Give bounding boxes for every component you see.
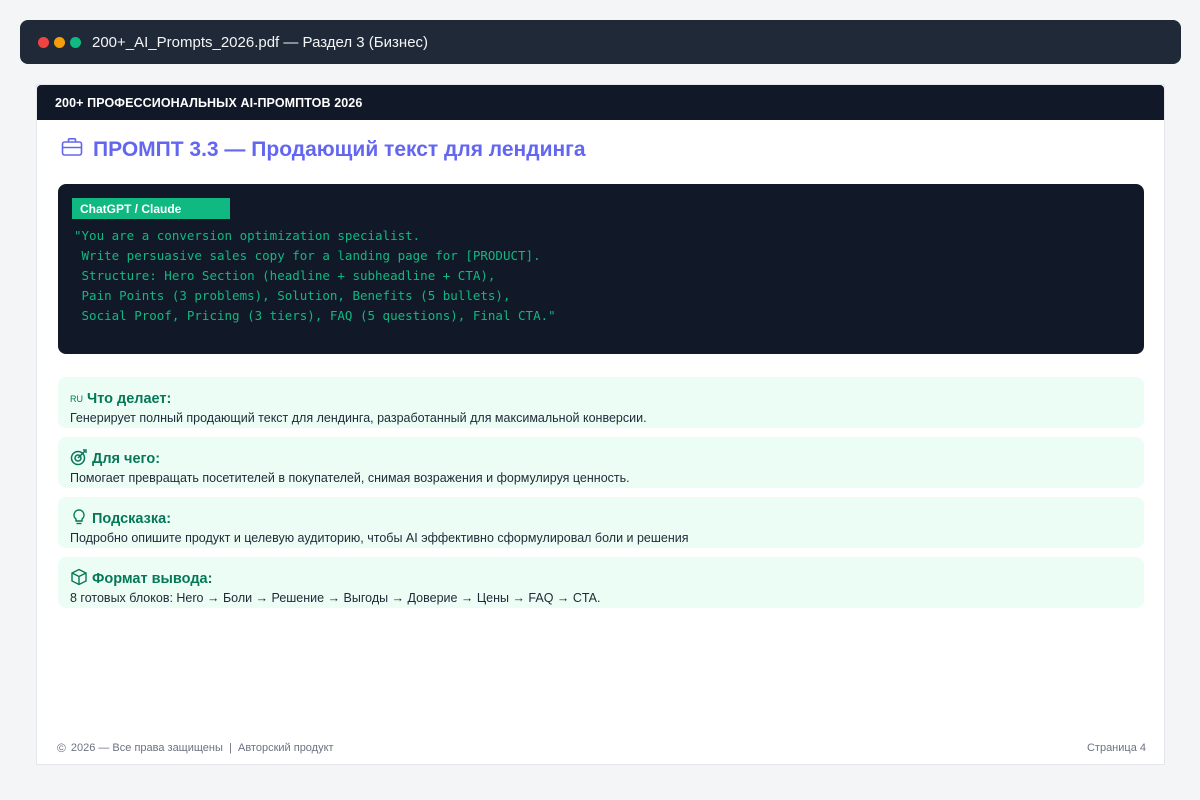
section-label: Подсказка: [92, 511, 172, 527]
section-text: Подробно опишите продукт и целевую аудит… [70, 531, 689, 545]
window-titlebar: 200+_AI_Prompts_2026.pdf — Раздел 3 (Биз… [20, 20, 1181, 64]
copyright-text: 2026 — Все права защищены | Авторский пр… [70, 742, 334, 754]
maximize-window-button[interactable] [70, 36, 81, 48]
section-text: Помогает превращать посетителей в покупа… [70, 471, 630, 485]
lightbulb-icon [70, 508, 88, 531]
minimize-window-button[interactable] [54, 36, 65, 48]
page-number: Страница 4 [1086, 742, 1146, 754]
model-tag: ChatGPT / Claude [72, 198, 230, 219]
target-icon [70, 448, 88, 471]
close-window-button[interactable] [38, 36, 49, 48]
section-purpose: Для чего: Помогает превращать посетителе… [58, 437, 1144, 488]
ru-flag-icon: RU [70, 394, 83, 404]
prompt-code-block: ChatGPT / Claude "You are a conversion o… [58, 184, 1144, 354]
prompt-title: ПРОМПТ 3.3 — Продающий текст для лендинг… [93, 137, 586, 161]
section-what-it-does: RU Что делает: Генерирует полный продающ… [58, 377, 1144, 428]
copyright-icon: © [57, 741, 66, 755]
section-text: 8 готовых блоков: Hero → Боли → Решение … [70, 591, 601, 605]
section-label: Что делает: [87, 391, 172, 407]
section-text: Генерирует полный продающий текст для ле… [70, 411, 647, 425]
window-title: 200+_AI_Prompts_2026.pdf — Раздел 3 (Биз… [92, 33, 429, 51]
section-hint: Подсказка: Подробно опишите продукт и це… [58, 497, 1144, 548]
page-footer: © 2026 — Все права защищены | Авторский … [57, 741, 1146, 755]
section-label: Для чего: [92, 451, 161, 467]
section-output-format: Формат вывода: 8 готовых блоков: Hero → … [58, 557, 1144, 608]
pdf-page: 200+ ПРОФЕССИОНАЛЬНЫХ AI-ПРОМПТОВ 2026 П… [36, 84, 1165, 765]
box-icon [70, 568, 88, 591]
document-header: 200+ ПРОФЕССИОНАЛЬНЫХ AI-ПРОМПТОВ 2026 [37, 85, 1164, 120]
prompt-title-row: ПРОМПТ 3.3 — Продающий текст для лендинг… [61, 137, 586, 162]
prompt-text[interactable]: "You are a conversion optimization speci… [74, 226, 556, 326]
briefcase-icon [61, 137, 83, 162]
section-label: Формат вывода: [92, 571, 213, 587]
